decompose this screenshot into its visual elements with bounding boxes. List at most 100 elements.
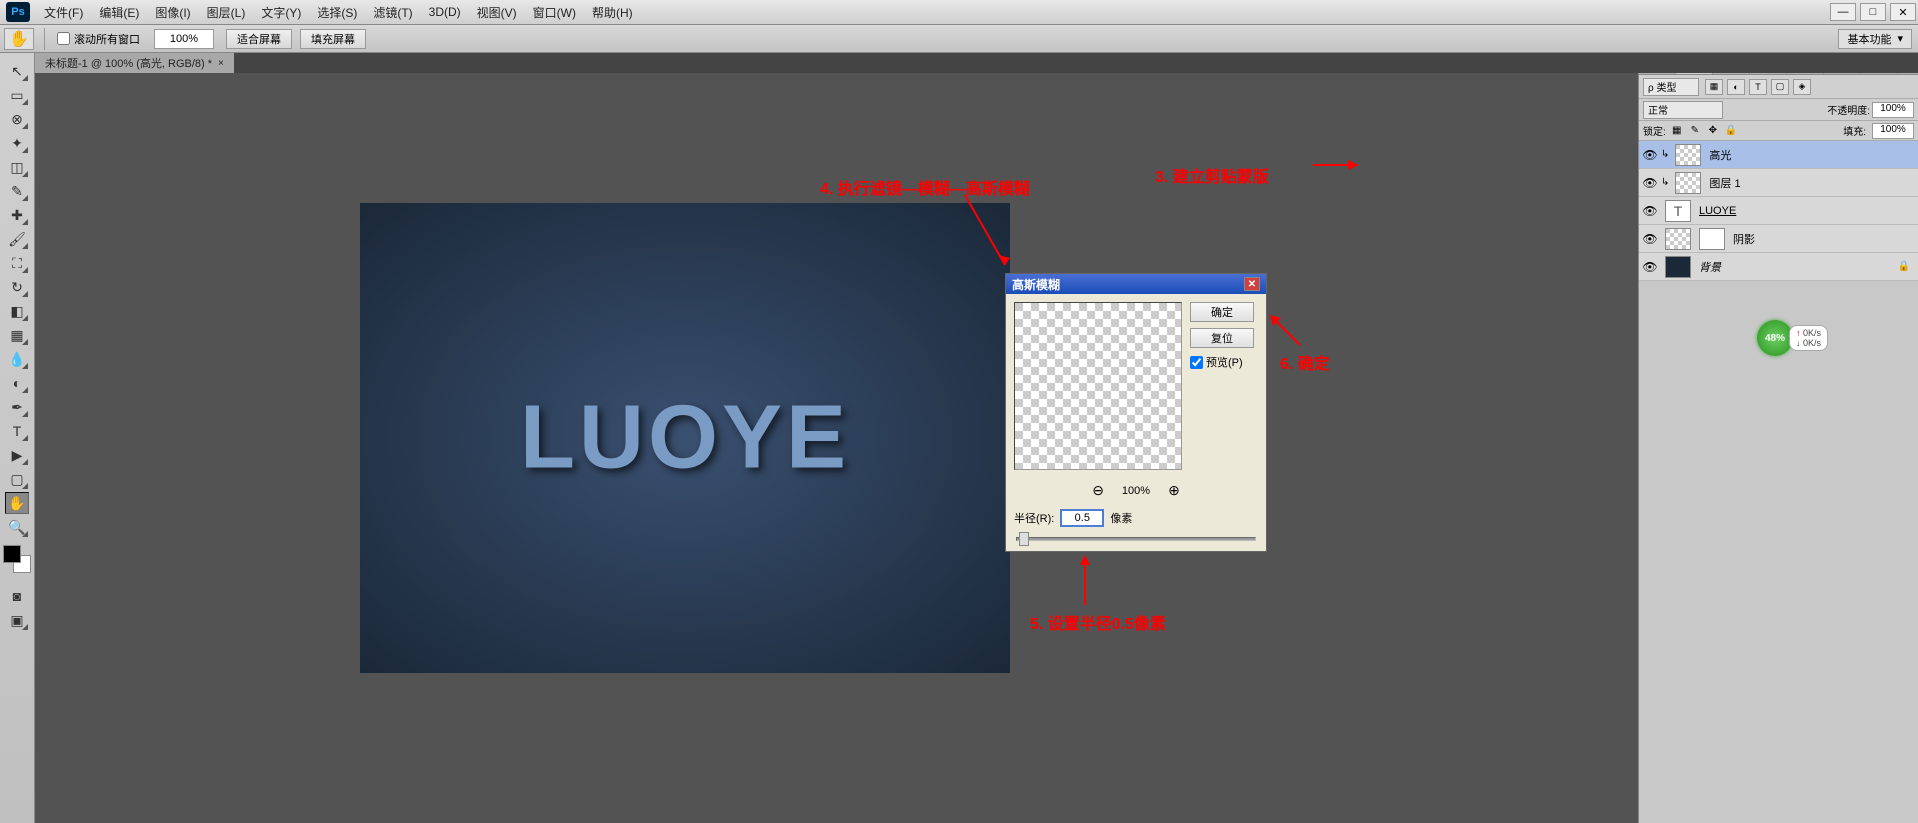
path-select-tool[interactable]: ▶ [5, 444, 29, 466]
minimize-button[interactable]: — [1830, 3, 1856, 21]
lock-position-icon[interactable]: ✥ [1706, 124, 1720, 138]
upload-speed: 0K/s [1803, 328, 1821, 338]
screen-mode-button[interactable]: ▣ [5, 609, 29, 631]
color-swatch[interactable] [3, 545, 31, 573]
blur-tool[interactable]: 💧 [5, 348, 29, 370]
visibility-icon[interactable]: 👁 [1639, 176, 1661, 190]
filter-adjust-icon[interactable]: ◐ [1727, 79, 1745, 95]
layer-thumbnail[interactable]: T [1665, 200, 1691, 222]
dodge-tool[interactable]: ◐ [5, 372, 29, 394]
radius-row: 半径(R): 像素 [1006, 503, 1266, 533]
type-tool[interactable]: T [5, 420, 29, 442]
filter-type-select[interactable]: ρ 类型 [1643, 78, 1699, 96]
lock-pixels-icon[interactable]: ▦ [1670, 124, 1684, 138]
radius-slider[interactable] [1016, 537, 1256, 541]
menu-file[interactable]: 文件(F) [36, 1, 91, 24]
brush-tool[interactable]: 🖌 [5, 228, 29, 250]
radius-input[interactable] [1060, 509, 1104, 527]
eyedropper-tool[interactable]: ✎ [5, 180, 29, 202]
filter-type-icon[interactable]: T [1749, 79, 1767, 95]
workspace-selector[interactable]: 基本功能 ▾ [1838, 29, 1912, 49]
visibility-icon[interactable]: 👁 [1639, 260, 1661, 274]
fill-label: 填充: [1843, 123, 1866, 138]
layer-item[interactable]: 👁 阴影 [1639, 225, 1918, 253]
layer-name: 阴影 [1733, 231, 1755, 247]
move-tool[interactable]: ↖ [5, 60, 29, 82]
menu-view[interactable]: 视图(V) [469, 1, 525, 24]
layer-item[interactable]: 👁 ↳ 图层 1 [1639, 169, 1918, 197]
menu-layer[interactable]: 图层(L) [199, 1, 254, 24]
menu-edit[interactable]: 编辑(E) [91, 1, 147, 24]
dialog-titlebar[interactable]: 高斯模糊 ✕ [1006, 274, 1266, 294]
filter-pixel-icon[interactable]: ▦ [1705, 79, 1723, 95]
foreground-color[interactable] [3, 545, 21, 563]
menu-image[interactable]: 图像(I) [147, 1, 198, 24]
arrow-6 [1265, 310, 1305, 350]
zoom-input[interactable] [154, 29, 214, 49]
hand-tool[interactable]: ✋ [5, 492, 29, 514]
gradient-tool[interactable]: ▦ [5, 324, 29, 346]
layer-thumbnail[interactable] [1675, 144, 1701, 166]
pen-tool[interactable]: ✒ [5, 396, 29, 418]
filter-smart-icon[interactable]: ◈ [1793, 79, 1811, 95]
stamp-tool[interactable]: ⛶ [5, 252, 29, 274]
maximize-button[interactable]: □ [1860, 3, 1886, 21]
scroll-all-checkbox[interactable]: 滚动所有窗口 [57, 31, 140, 47]
lock-label: 锁定: [1643, 123, 1666, 138]
zoom-in-icon[interactable]: ⊕ [1168, 482, 1180, 499]
layers-panel: ρ 类型 ▦ ◐ T ▢ ◈ 正常 不透明度: 100% 锁定: ▦ ✎ ✥ 🔒… [1639, 75, 1918, 281]
visibility-icon[interactable]: 👁 [1639, 148, 1661, 162]
scroll-all-input[interactable] [57, 32, 70, 45]
preview-checkbox[interactable]: 预览(P) [1190, 354, 1254, 370]
network-widget[interactable]: 48% ↑ 0K/s ↓ 0K/s [1757, 320, 1828, 356]
ok-button[interactable]: 确定 [1190, 302, 1254, 322]
fill-value[interactable]: 100% [1872, 123, 1914, 139]
document-tab[interactable]: 未标题-1 @ 100% (高光, RGB/8) * × [35, 53, 234, 73]
menu-3d[interactable]: 3D(D) [421, 2, 469, 22]
blend-mode-select[interactable]: 正常 [1643, 101, 1723, 119]
lock-brush-icon[interactable]: ✎ [1688, 124, 1702, 138]
crop-tool[interactable]: ◫ [5, 156, 29, 178]
wand-tool[interactable]: ✦ [5, 132, 29, 154]
zoom-out-icon[interactable]: ⊖ [1092, 482, 1104, 499]
layer-item[interactable]: 👁 背景 🔒 [1639, 253, 1918, 281]
hand-tool-icon[interactable]: ✋ [4, 28, 34, 50]
layer-thumbnail[interactable] [1675, 172, 1701, 194]
layer-thumbnail[interactable] [1665, 228, 1691, 250]
visibility-icon[interactable]: 👁 [1639, 232, 1661, 246]
dialog-close-button[interactable]: ✕ [1244, 277, 1260, 291]
fill-screen-button[interactable]: 填充屏幕 [300, 29, 366, 49]
reset-button[interactable]: 复位 [1190, 328, 1254, 348]
shape-tool[interactable]: ▢ [5, 468, 29, 490]
preview-check-input[interactable] [1190, 356, 1203, 369]
fit-screen-button[interactable]: 适合屏幕 [226, 29, 292, 49]
menu-select[interactable]: 选择(S) [309, 1, 365, 24]
layer-thumbnail[interactable] [1665, 256, 1691, 278]
opacity-value[interactable]: 100% [1872, 102, 1914, 118]
layer-mask-thumbnail[interactable] [1699, 228, 1725, 250]
quick-mask-button[interactable]: ◙ [5, 585, 29, 607]
menu-window[interactable]: 窗口(W) [525, 1, 584, 24]
layer-item[interactable]: 👁 T LUOYE [1639, 197, 1918, 225]
menu-help[interactable]: 帮助(H) [584, 1, 641, 24]
slider-thumb[interactable] [1019, 532, 1029, 546]
menu-type[interactable]: 文字(Y) [253, 1, 309, 24]
annotation-5: 5. 设置半径0.5像素 [1030, 610, 1166, 634]
eraser-tool[interactable]: ◧ [5, 300, 29, 322]
layer-list: 👁 ↳ 高光 👁 ↳ 图层 1 👁 T LUOYE 👁 阴影 [1639, 141, 1918, 281]
preview-label: 预览(P) [1206, 354, 1243, 370]
lock-all-icon[interactable]: 🔒 [1724, 124, 1738, 138]
filter-shape-icon[interactable]: ▢ [1771, 79, 1789, 95]
lasso-tool[interactable]: ⊗ [5, 108, 29, 130]
close-button[interactable]: ✕ [1890, 3, 1916, 21]
history-brush-tool[interactable]: ↻ [5, 276, 29, 298]
healing-tool[interactable]: ✚ [5, 204, 29, 226]
zoom-tool[interactable]: 🔍 [5, 516, 29, 538]
layer-filter-row: ρ 类型 ▦ ◐ T ▢ ◈ [1639, 75, 1918, 99]
tab-close-icon[interactable]: × [218, 58, 224, 69]
visibility-icon[interactable]: 👁 [1639, 204, 1661, 218]
layer-item[interactable]: 👁 ↳ 高光 [1639, 141, 1918, 169]
preview-box[interactable] [1014, 302, 1182, 470]
marquee-tool[interactable]: ▭ [5, 84, 29, 106]
menu-filter[interactable]: 滤镜(T) [365, 1, 420, 24]
